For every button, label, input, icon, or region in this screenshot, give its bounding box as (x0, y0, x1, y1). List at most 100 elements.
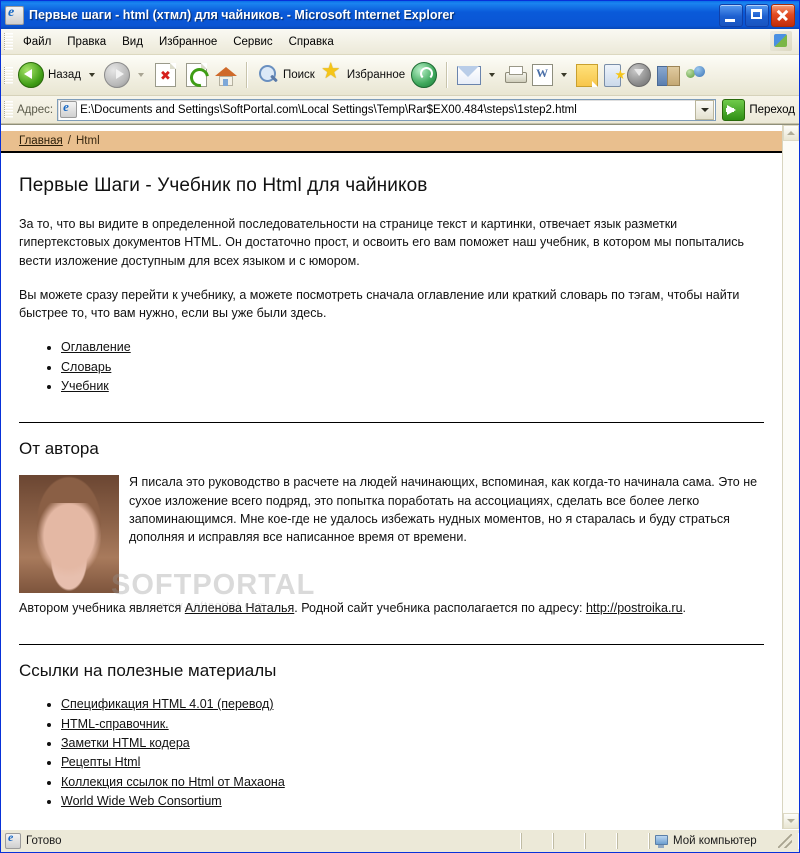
maximize-button[interactable] (745, 3, 769, 27)
title-bar: Первые шаги - html (хтмл) для чайников. … (1, 1, 799, 29)
intro-link-list: Оглавление Словарь Учебник (19, 338, 764, 396)
chevron-down-icon[interactable] (695, 99, 715, 120)
address-input[interactable]: E:\Documents and Settings\SoftPortal.com… (57, 98, 717, 121)
forward-history-dropdown-icon[interactable] (137, 73, 144, 77)
vertical-scrollbar[interactable] (782, 125, 799, 829)
toolbar-separator (245, 62, 248, 88)
forward-arrow-icon (103, 62, 130, 88)
scrollbar-track[interactable] (783, 141, 799, 813)
list-item: Коллекция ссылок по Html от Махаона (61, 773, 764, 792)
credit-middle: . Родной сайт учебника располагается по … (294, 601, 586, 616)
resize-grip[interactable] (778, 834, 792, 848)
address-drag-handle[interactable] (4, 101, 13, 118)
home-button[interactable] (212, 58, 240, 92)
status-pane-2 (553, 833, 585, 849)
ie-page-icon (60, 101, 78, 118)
minimize-button[interactable] (719, 3, 743, 27)
shield-button[interactable] (624, 58, 654, 92)
link-author-name[interactable]: Алленова Наталья (185, 601, 294, 615)
history-button[interactable] (408, 58, 440, 92)
breadcrumb-separator: / (67, 135, 71, 147)
menu-item-tools[interactable]: Сервис (225, 33, 280, 51)
link-postroika[interactable]: http://postroika.ru (586, 601, 683, 615)
menu-item-edit[interactable]: Правка (59, 33, 114, 51)
edit-button[interactable] (529, 58, 556, 92)
favorites-button-label: Избранное (346, 69, 406, 81)
stop-button[interactable]: ✖ (150, 58, 181, 92)
research-books-icon (657, 65, 681, 86)
breadcrumb-home-link[interactable]: Главная (19, 135, 63, 147)
status-text: Готово (26, 835, 62, 847)
page-title: Первые Шаги - Учебник по Html для чайник… (19, 175, 428, 196)
link-contents[interactable]: Оглавление (61, 340, 131, 354)
list-item: Заметки HTML кодера (61, 734, 764, 753)
link-mahaon-collection[interactable]: Коллекция ссылок по Html от Махаона (61, 775, 285, 789)
print-button[interactable] (501, 58, 529, 92)
list-item: Учебник (61, 377, 764, 396)
sticky-note-icon (576, 63, 599, 87)
menu-drag-handle[interactable] (4, 33, 13, 50)
back-button-label: Назад (48, 69, 81, 81)
back-button[interactable]: Назад (15, 58, 84, 92)
status-message: Готово (1, 833, 521, 849)
link-html-spec[interactable]: Спецификация HTML 4.01 (перевод) (61, 697, 274, 711)
scroll-down-arrow-icon (787, 819, 795, 823)
list-item: Рецепты Html (61, 753, 764, 772)
refresh-icon (185, 63, 213, 91)
ie-page-icon (5, 5, 24, 25)
list-item: Словарь (61, 358, 764, 377)
go-button[interactable]: Переход (722, 98, 795, 121)
toolbar-separator-2 (446, 62, 449, 88)
link-glossary[interactable]: Словарь (61, 360, 111, 374)
section-divider-1 (19, 422, 764, 424)
menu-bar: Файл Правка Вид Избранное Сервис Справка (1, 29, 799, 55)
my-computer-icon (654, 834, 668, 848)
credit-suffix: . (682, 601, 687, 616)
toolbar-drag-handle[interactable] (4, 66, 13, 84)
mobile-favorites-button[interactable] (601, 58, 626, 92)
magnifier-icon (257, 64, 279, 86)
mobile-favorites-icon (604, 63, 626, 87)
research-button[interactable] (654, 58, 682, 92)
window-title: Первые шаги - html (хтмл) для чайников. … (29, 8, 455, 22)
link-html-reference[interactable]: HTML-справочник. (61, 717, 169, 731)
forward-button[interactable] (101, 58, 133, 92)
web-page: Главная / Html Первые Шаги - Учебник по … (1, 125, 782, 829)
mail-dropdown-icon[interactable] (489, 73, 496, 77)
notes-button[interactable] (573, 58, 601, 92)
stop-icon: ✖ (154, 63, 176, 87)
messenger-button[interactable] (682, 58, 712, 92)
edit-dropdown-icon[interactable] (561, 73, 568, 77)
link-w3c[interactable]: World Wide Web Consortium (61, 794, 222, 808)
author-block: Я писала это руководство в расчете на лю… (19, 473, 764, 610)
link-textbook[interactable]: Учебник (61, 379, 109, 393)
go-button-label: Переход (749, 103, 795, 116)
security-zone[interactable]: Мой компьютер (649, 833, 799, 849)
close-button[interactable] (771, 3, 795, 27)
section-divider-2 (19, 644, 764, 646)
mail-button[interactable] (454, 58, 484, 92)
link-coder-notes[interactable]: Заметки HTML кодера (61, 736, 190, 750)
scroll-up-button[interactable] (783, 125, 799, 141)
favorites-button[interactable]: Избранное (318, 58, 408, 92)
list-item: HTML-справочник. (61, 715, 764, 734)
menu-item-help[interactable]: Справка (281, 33, 342, 51)
links-section-heading: Ссылки на полезные материалы (19, 661, 277, 681)
address-value: E:\Documents and Settings\SoftPortal.com… (80, 103, 577, 116)
search-button[interactable]: Поиск (254, 58, 318, 92)
refresh-button[interactable] (181, 58, 213, 92)
scroll-down-button[interactable] (783, 813, 799, 829)
menu-item-favorites[interactable]: Избранное (151, 33, 225, 51)
scroll-up-arrow-icon (787, 131, 795, 135)
menu-item-file[interactable]: Файл (15, 33, 59, 51)
shield-icon (627, 63, 652, 87)
go-arrow-icon (722, 98, 746, 121)
mail-icon (457, 65, 482, 85)
address-label: Адрес: (17, 103, 54, 116)
back-history-dropdown-icon[interactable] (88, 73, 95, 77)
menu-item-view[interactable]: Вид (114, 33, 151, 51)
link-html-recipes[interactable]: Рецепты Html (61, 755, 140, 769)
author-photo (19, 475, 119, 594)
search-button-label: Поиск (282, 69, 315, 81)
content-area: Главная / Html Первые Шаги - Учебник по … (1, 124, 799, 829)
